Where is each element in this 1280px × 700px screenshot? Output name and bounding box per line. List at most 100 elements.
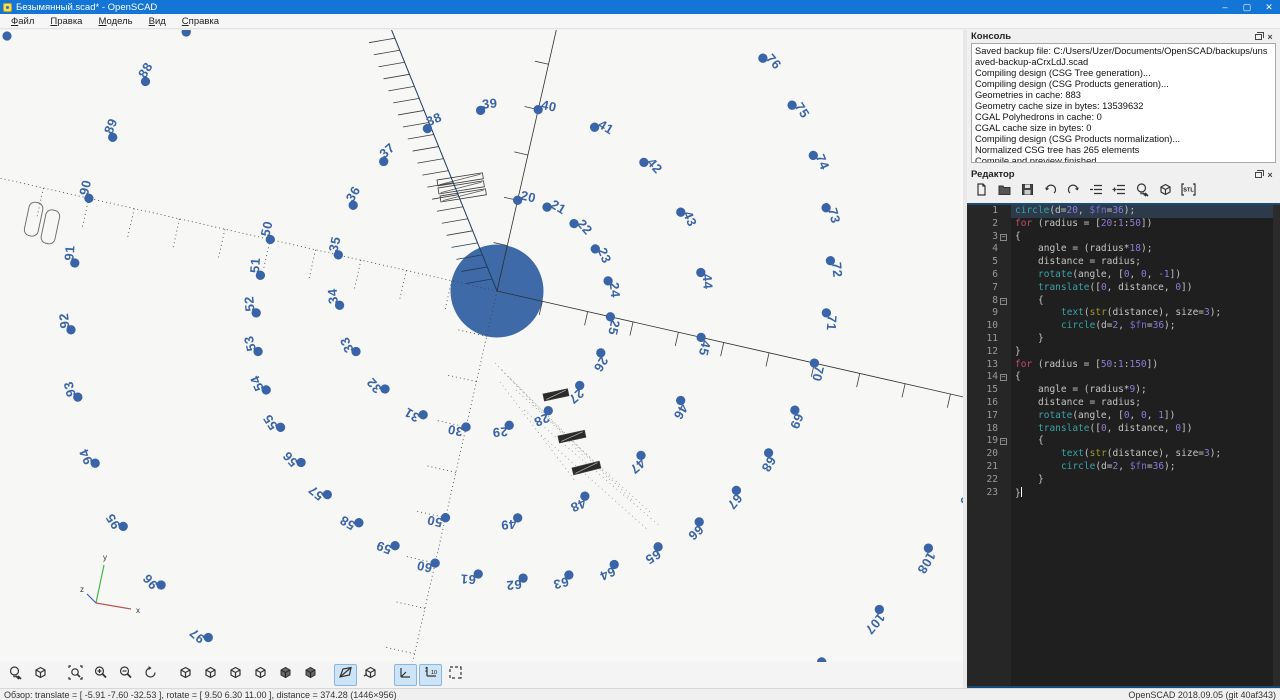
minimize-button[interactable]: – <box>1214 0 1236 14</box>
show-scale-markers-button[interactable]: 10 <box>419 664 442 686</box>
distance-label-64: 64 <box>597 559 619 584</box>
svg-text:87: 87 <box>177 30 198 31</box>
render-button[interactable] <box>1155 183 1175 202</box>
reset-view-button[interactable] <box>139 664 162 686</box>
svg-text:29: 29 <box>492 424 509 440</box>
menu-1[interactable]: Правка <box>43 15 89 28</box>
orthogonal-button[interactable] <box>359 664 382 686</box>
maximize-button[interactable]: ▢ <box>1236 0 1258 14</box>
menu-4[interactable]: Справка <box>175 15 226 28</box>
zoom-all-button[interactable] <box>64 664 87 686</box>
zoom-out-button[interactable] <box>114 664 137 686</box>
distance-label-36: 36 <box>343 183 364 210</box>
view-right-button[interactable] <box>174 664 197 686</box>
distance-label-50: 50 <box>425 512 451 530</box>
view-left-button[interactable] <box>249 664 272 686</box>
cube-icon <box>227 664 244 686</box>
viewport-toolbar: 10 <box>0 662 963 688</box>
menu-2[interactable]: Модель <box>91 15 139 28</box>
console-close-button[interactable]: × <box>1264 31 1276 42</box>
indent-button[interactable] <box>1109 183 1129 202</box>
distance-label-67: 67 <box>724 485 745 512</box>
svg-text:67: 67 <box>724 491 745 512</box>
console-float-button[interactable] <box>1252 31 1264 42</box>
svg-text:30: 30 <box>446 422 464 440</box>
redo-icon <box>1065 181 1082 203</box>
show-axes-button[interactable] <box>394 664 417 686</box>
undo-button[interactable] <box>1040 183 1060 202</box>
distance-label-107: 107 <box>862 604 888 638</box>
dashbox-icon <box>447 664 464 686</box>
distance-label-40: 40 <box>533 97 558 115</box>
close-button[interactable]: ✕ <box>1258 0 1280 14</box>
view-bottom-button[interactable] <box>224 664 247 686</box>
distance-label-42: 42 <box>639 155 666 177</box>
export-stl-button[interactable]: STL <box>1178 183 1198 202</box>
preview-button[interactable] <box>1132 183 1152 202</box>
code-line-15: angle = (radius*9); <box>1038 384 1147 396</box>
menu-3[interactable]: Вид <box>142 15 173 28</box>
distance-label-106: 106 <box>817 657 827 662</box>
openscad-window: Безымянный.scad* - OpenSCAD – ▢ ✕ Файл Пр… <box>0 0 1280 700</box>
code-line-4: angle = (radius*18); <box>1038 243 1153 255</box>
fold-marker[interactable]: − <box>1000 438 1007 446</box>
zoom-in-button[interactable] <box>89 664 112 686</box>
axis-gizmo: x y z <box>80 553 140 615</box>
fold-marker[interactable]: − <box>1000 297 1007 305</box>
code-line-14: { <box>1015 371 1021 383</box>
view-back-button[interactable] <box>299 664 322 686</box>
view-all-button[interactable] <box>444 664 467 686</box>
code-line-10: circle(d=2, $fn=36); <box>1061 320 1176 332</box>
render-button[interactable] <box>29 664 52 686</box>
view-top-button[interactable] <box>199 664 222 686</box>
distance-label-20: 20 <box>512 188 538 206</box>
svg-text:32: 32 <box>363 375 384 397</box>
code-editor[interactable]: 1 2 3−4 5 6 7 8−9 10 11 12 13 14−15 16 17 18 19−20 21 22 2… <box>967 203 1280 688</box>
svg-text:69: 69 <box>787 411 807 431</box>
redo-button[interactable] <box>1063 183 1083 202</box>
unindent-button[interactable] <box>1086 183 1106 202</box>
disk-icon <box>1019 181 1036 203</box>
console-log[interactable]: Saved backup file: C:/Users/Uzer/Documen… <box>971 43 1276 163</box>
distance-label-25: 25 <box>605 312 623 337</box>
line-number: 9 <box>992 307 998 319</box>
editor-float-button[interactable] <box>1252 169 1264 180</box>
line-number: 7 <box>992 281 998 293</box>
distance-label-23: 23 <box>590 244 615 266</box>
fold-marker[interactable]: − <box>1000 374 1007 382</box>
line-number: 5 <box>992 256 998 268</box>
svg-text:57: 57 <box>305 482 326 503</box>
cube-icon <box>252 664 269 686</box>
statusbar: Обзор: translate = [ -5.91 -7.60 -32.53 … <box>0 688 1280 700</box>
svg-text:34: 34 <box>325 288 341 305</box>
perspective-button[interactable] <box>334 664 357 686</box>
open-file-button[interactable] <box>994 183 1014 202</box>
distance-label-50: 50 <box>258 219 276 245</box>
distance-label-24: 24 <box>603 276 623 299</box>
3d-viewport[interactable]: 20 21 22 23 24 25 26 27 28 29 30 31 32 33 34 35 36 37 38 39… <box>0 30 963 662</box>
stl-icon: STL <box>1180 181 1197 203</box>
line-number: 15 <box>986 384 998 396</box>
code-line-9: text(str(distance), size=3); <box>1061 307 1222 319</box>
svg-text:21: 21 <box>548 197 569 218</box>
editor-close-button[interactable]: × <box>1264 169 1276 180</box>
save-file-button[interactable] <box>1017 183 1037 202</box>
new-file-button[interactable] <box>971 183 991 202</box>
zoomall-icon <box>67 664 84 686</box>
preview-button[interactable] <box>4 664 27 686</box>
svg-text:35: 35 <box>326 235 344 253</box>
code-text[interactable]: circle(d=20, $fn=36); for (radius = [20:1… <box>1011 205 1280 686</box>
svg-text:STL: STL <box>1183 188 1194 194</box>
line-number: 22 <box>986 473 998 485</box>
editor-scrollbar[interactable] <box>1273 205 1280 686</box>
svg-text:45: 45 <box>696 339 714 357</box>
svg-text:10: 10 <box>431 670 437 676</box>
svg-text:49: 49 <box>500 517 517 533</box>
fold-marker[interactable]: − <box>1000 233 1007 241</box>
view-front-button[interactable] <box>274 664 297 686</box>
menu-0[interactable]: Файл <box>4 15 41 28</box>
distance-label-69: 69 <box>787 405 807 431</box>
svg-text:36: 36 <box>343 183 364 204</box>
distance-label-66: 66 <box>685 517 707 544</box>
distance-label-61: 61 <box>460 569 483 587</box>
